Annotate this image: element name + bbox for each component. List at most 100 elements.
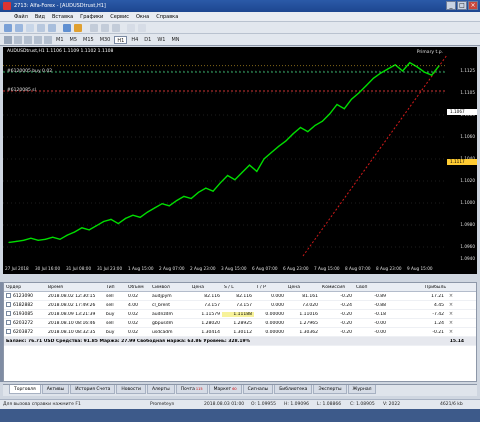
line-chart-icon[interactable] [112, 24, 120, 32]
close-order-button[interactable]: × [446, 302, 456, 308]
order-label-sl: #6120085 sl [7, 88, 36, 93]
trend-line[interactable] [302, 54, 447, 257]
bar-chart-icon[interactable] [90, 24, 98, 32]
table-row[interactable]: 6182882 2018.08.02 17:49:26 sell 4.00 cl_bre… [4, 301, 476, 310]
tf-m5[interactable]: M5 [68, 36, 80, 44]
horizontal-line-icon[interactable] [34, 35, 42, 44]
primary-label: Primary t.p. [416, 50, 443, 55]
tf-h4[interactable]: H4 [129, 36, 140, 44]
market-watch-icon[interactable] [26, 24, 34, 32]
price-point [409, 62, 411, 64]
table-row[interactable]: 6203272 2018.08.10 08:16:46 sell 0.02 gbpusd… [4, 319, 476, 328]
tab-7[interactable]: Сигналы [242, 385, 274, 394]
tf-m15[interactable]: M15 [81, 36, 96, 44]
tf-w1[interactable]: W1 [155, 36, 167, 44]
new-order-icon[interactable] [63, 24, 71, 32]
time-axis[interactable]: 27 Jul 2018 30 Jul 16:00 31 Jul 08:00 31… [3, 265, 447, 274]
tab-2[interactable]: История Счета [70, 385, 116, 394]
menu-help[interactable]: Справка [156, 14, 178, 20]
close-order-button[interactable]: × [446, 329, 456, 335]
menu-file[interactable]: Файл [14, 14, 28, 20]
x-tick: 3 Aug 15:00 [221, 266, 247, 271]
tab-1[interactable]: Активы [41, 385, 70, 394]
menu-window[interactable]: Окна [136, 14, 149, 20]
col-price[interactable]: Цена [190, 285, 222, 290]
tab-0[interactable]: Торговля [9, 385, 41, 394]
tf-m30[interactable]: M30 [98, 36, 113, 44]
maximize-button[interactable]: □ [457, 1, 467, 10]
tf-mn[interactable]: MN [169, 36, 181, 44]
tab-4[interactable]: Алерты [146, 385, 175, 394]
price-point [292, 133, 294, 135]
tf-h1[interactable]: H1 [114, 35, 128, 44]
cell-symbol: usdcadm [152, 329, 173, 335]
menu-view[interactable]: Вид [35, 14, 45, 20]
app-icon [3, 2, 11, 10]
menu-tools[interactable]: Сервис [110, 14, 129, 20]
col-current-price[interactable]: Цена [286, 285, 320, 290]
tab-6[interactable]: Маркет60 [208, 385, 242, 394]
candlestick-icon[interactable] [101, 24, 109, 32]
cursor-icon[interactable] [4, 35, 12, 44]
x-tick: 6 Aug 23:00 [283, 266, 309, 271]
price-point [402, 70, 404, 72]
autotrading-icon[interactable] [74, 24, 82, 32]
col-type[interactable]: Тип [104, 285, 126, 290]
navigator-icon[interactable] [48, 24, 56, 32]
col-order[interactable]: Ордер [4, 285, 46, 290]
x-tick: 27 Jul 2018 [5, 266, 29, 271]
table-row[interactable]: 6123090 2018.08.02 12:30:15 sell 0.02 audjpy… [4, 292, 476, 301]
tf-m1[interactable]: M1 [54, 36, 66, 44]
tab-label: Журнал [352, 387, 372, 392]
tab-5[interactable]: Почта115 [175, 385, 208, 394]
status-traffic: 4621/6 kb [440, 402, 463, 407]
col-profit[interactable]: Прибыль [388, 285, 456, 290]
price-point [343, 108, 345, 110]
tab-badge: 60 [232, 387, 237, 391]
col-volume[interactable]: Объём [126, 285, 150, 290]
terminal-tabs: Торговля Активы История Счета Новости Алерты… [3, 384, 477, 396]
tab-3[interactable]: Новости [116, 385, 146, 394]
close-order-button[interactable]: × [446, 311, 456, 317]
zoom-out-icon[interactable] [138, 24, 146, 32]
col-symbol[interactable]: Символ [150, 285, 190, 290]
col-commission[interactable]: Комиссия [320, 285, 354, 290]
taskbar [0, 409, 480, 422]
new-chart-icon[interactable] [4, 24, 12, 32]
close-button[interactable]: × [468, 1, 478, 10]
price-point [154, 207, 156, 209]
trendline-icon[interactable] [44, 35, 52, 44]
menu-insert[interactable]: Вставка [52, 14, 73, 20]
price-chart[interactable]: AUDUSDtrust,H1 1.1106 1.1109 1.1102 1.11… [3, 47, 477, 274]
col-time[interactable]: Время [46, 285, 104, 290]
status-open: O: 1.09955 [251, 402, 277, 407]
order-id-text: 6203272 [13, 321, 34, 326]
profiles-icon[interactable] [15, 24, 23, 32]
data-window-icon[interactable] [37, 24, 45, 32]
crosshair-icon[interactable] [14, 35, 22, 44]
price-point [139, 216, 141, 218]
tf-d1[interactable]: D1 [142, 36, 153, 44]
col-tp[interactable]: T / P [254, 285, 286, 290]
tab-9[interactable]: Эксперты [313, 385, 347, 394]
close-order-button[interactable]: × [446, 293, 456, 299]
cell-open-price: 1.30414 [201, 329, 220, 335]
price-axis[interactable]: 1.1125 1.1105 1.1085 1.1060 1.1040 1.102… [447, 47, 477, 265]
tab-10[interactable]: Журнал [347, 385, 377, 394]
menu-charts[interactable]: Графики [80, 14, 103, 20]
y-tick: 1.1060 [460, 134, 475, 139]
status-profile[interactable]: Prometeyn [150, 402, 174, 407]
zoom-in-icon[interactable] [127, 24, 135, 32]
status-high: H: 1.09096 [284, 402, 309, 407]
table-row[interactable]: 6193085 2018.08.09 13:21:39 buy 0.02 audnzdm… [4, 310, 476, 319]
price-point [44, 238, 47, 240]
col-sl[interactable]: S / L [222, 285, 254, 290]
minimize-button[interactable]: _ [446, 1, 456, 10]
table-row[interactable]: 6203872 2018.08.10 08:32:35 buy 0.02 usdcadm… [4, 328, 476, 337]
close-order-button[interactable]: × [446, 320, 456, 326]
col-swap[interactable]: Своп [354, 285, 388, 290]
vertical-line-icon[interactable] [24, 35, 32, 44]
price-point [416, 66, 418, 68]
tab-label: Библиотека [279, 387, 308, 392]
tab-8[interactable]: Библиотека [274, 385, 313, 394]
